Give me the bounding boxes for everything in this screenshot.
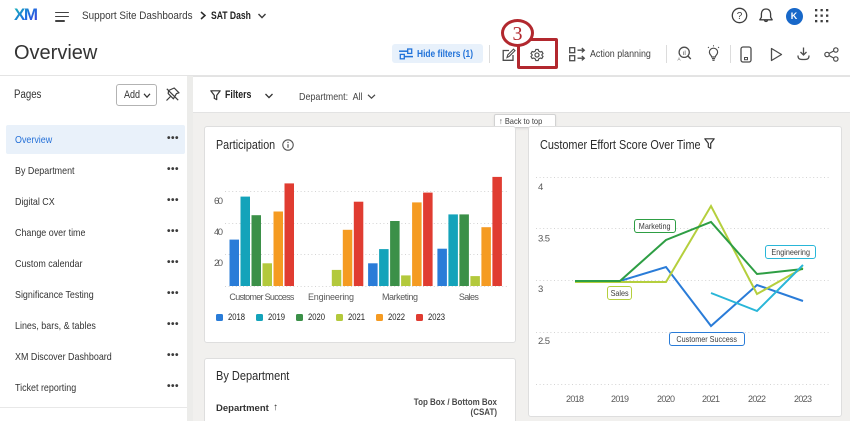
svg-text:2020: 2020	[657, 394, 675, 404]
svg-text:A: A	[678, 57, 681, 62]
svg-text:Customer Success: Customer Success	[229, 292, 295, 302]
svg-text:2023: 2023	[794, 394, 812, 404]
svg-text:3: 3	[538, 284, 543, 295]
svg-text:2022: 2022	[748, 394, 766, 404]
svg-text:3.5: 3.5	[538, 234, 550, 245]
svg-text:20: 20	[214, 258, 223, 269]
svg-text:2019: 2019	[611, 394, 629, 404]
svg-text:4: 4	[538, 182, 543, 193]
svg-text:2018: 2018	[566, 394, 584, 404]
svg-text:Sales: Sales	[459, 292, 480, 302]
svg-text:2021: 2021	[702, 394, 720, 404]
svg-text:Engineering: Engineering	[308, 292, 354, 302]
svg-text:40: 40	[214, 227, 223, 238]
svg-text:?: ?	[737, 11, 743, 22]
svg-text:60: 60	[214, 196, 223, 207]
svg-text:2.5: 2.5	[538, 336, 550, 347]
svg-text:Marketing: Marketing	[382, 292, 418, 302]
svg-text:ıl: ıl	[683, 50, 687, 57]
